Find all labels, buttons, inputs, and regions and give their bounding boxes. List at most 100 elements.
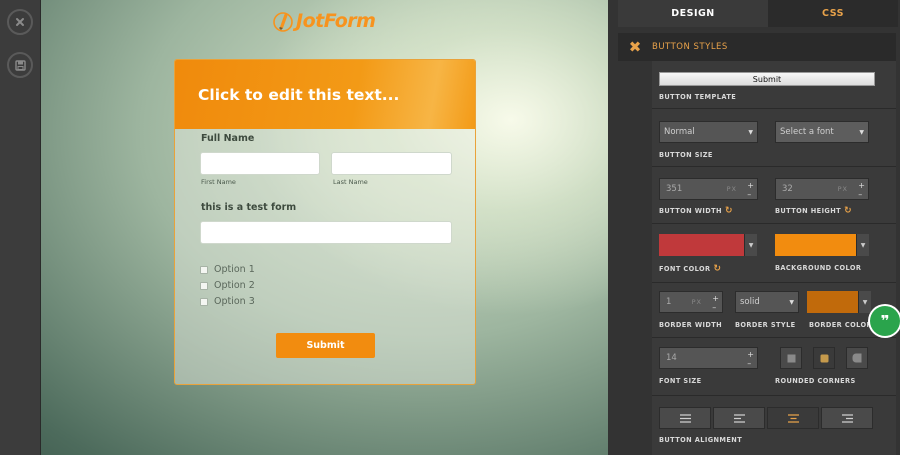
divider — [652, 337, 896, 338]
divider — [652, 395, 896, 396]
chevron-down-icon: ▼ — [859, 128, 864, 136]
corner-round-button[interactable] — [846, 347, 868, 369]
font-color-picker[interactable]: ▼ — [659, 234, 757, 256]
logo-text: JotForm — [296, 10, 376, 32]
last-name-input[interactable] — [331, 152, 452, 175]
close-icon — [16, 18, 24, 26]
align-center-button[interactable] — [767, 407, 819, 429]
option-label: Option 2 — [214, 280, 255, 291]
align-right-icon — [841, 413, 853, 423]
divider — [652, 223, 896, 224]
form-header-text[interactable]: Click to edit this text... — [198, 86, 399, 104]
button-size-select[interactable]: Normal ▼ — [659, 121, 758, 143]
minus-icon: – — [747, 190, 752, 199]
close-section-icon[interactable]: ✖ — [618, 38, 652, 56]
chevron-down-icon[interactable]: ▼ — [744, 234, 757, 256]
left-toolbar — [0, 0, 41, 455]
rounded-corners-caption: ROUNDED CORNERS — [775, 377, 856, 385]
test-field-label: this is a test form — [201, 202, 297, 213]
border-style-caption: BORDER STYLE — [735, 321, 796, 329]
button-height-input[interactable]: 32 PX + – — [775, 178, 869, 200]
align-justify-icon — [679, 413, 691, 423]
button-width-caption: BUTTON WIDTH ↻ — [659, 206, 733, 216]
quote-icon: ❞ — [880, 312, 890, 330]
button-size-caption: BUTTON SIZE — [659, 151, 713, 159]
corner-square-button[interactable] — [780, 347, 802, 369]
button-width-input[interactable]: 351 PX + – — [659, 178, 758, 200]
button-styles-header[interactable]: ✖ BUTTON STYLES — [618, 33, 896, 61]
option-1[interactable]: Option 1 — [200, 264, 255, 275]
align-justify-button[interactable] — [659, 407, 711, 429]
first-name-input[interactable] — [200, 152, 320, 175]
width-stepper[interactable]: + – — [747, 179, 754, 201]
border-width-caption: BORDER WIDTH — [659, 321, 723, 329]
border-color-caption: BORDER COLOR — [809, 321, 872, 329]
checkbox[interactable] — [200, 297, 208, 306]
checkbox[interactable] — [200, 265, 208, 274]
minus-icon: – — [712, 303, 717, 312]
test-field-input[interactable] — [200, 221, 452, 244]
last-name-sublabel: Last Name — [333, 178, 368, 186]
first-name-sublabel: First Name — [201, 178, 236, 186]
square-corner-icon — [787, 354, 795, 362]
form-submit-button[interactable]: Submit — [276, 333, 375, 358]
save-icon — [14, 59, 26, 71]
button-template-preview[interactable]: Submit — [659, 72, 875, 86]
minus-icon: – — [747, 359, 752, 368]
border-width-stepper[interactable]: + – — [712, 292, 719, 314]
font-select[interactable]: Select a font ▼ — [775, 121, 869, 143]
form-canvas: JotForm Click to edit this text... Full … — [41, 0, 608, 455]
plus-icon: + — [712, 294, 719, 303]
design-panel: DESIGN CSS ✖ BUTTON STYLES Submit BUTTON… — [608, 0, 900, 455]
font-size-caption: FONT SIZE — [659, 377, 702, 385]
rounded-corner-icon — [820, 354, 828, 362]
form-preview: Click to edit this text... Full Name Fir… — [174, 59, 476, 385]
chevron-down-icon: ▼ — [748, 128, 753, 136]
full-name-label: Full Name — [201, 133, 255, 144]
align-right-button[interactable] — [821, 407, 873, 429]
jotform-logo: JotForm — [273, 9, 376, 33]
round-corner-icon — [852, 353, 862, 363]
font-size-input[interactable]: 14 + – — [659, 347, 758, 369]
divider — [652, 166, 896, 167]
option-2[interactable]: Option 2 — [200, 280, 255, 291]
divider — [652, 108, 896, 109]
option-3[interactable]: Option 3 — [200, 296, 255, 307]
chevron-down-icon[interactable]: ▼ — [856, 234, 869, 256]
form-header[interactable]: Click to edit this text... — [175, 60, 475, 129]
align-left-icon — [733, 413, 745, 423]
save-button[interactable] — [7, 52, 33, 78]
checkbox[interactable] — [200, 281, 208, 290]
option-label: Option 3 — [214, 296, 255, 307]
border-color-picker[interactable]: ▼ — [807, 291, 871, 313]
reset-icon[interactable]: ↻ — [714, 264, 722, 274]
feedback-button[interactable]: ❞ — [870, 306, 900, 336]
tab-design[interactable]: DESIGN — [618, 0, 768, 27]
border-width-input[interactable]: 1 PX + – — [659, 291, 723, 313]
section-title: BUTTON STYLES — [652, 42, 728, 52]
height-stepper[interactable]: + – — [858, 179, 865, 201]
divider — [652, 282, 896, 283]
plus-icon: + — [858, 181, 865, 190]
button-height-caption: BUTTON HEIGHT ↻ — [775, 206, 853, 216]
background-color-swatch[interactable] — [775, 234, 856, 256]
tab-css[interactable]: CSS — [768, 0, 898, 27]
align-center-icon — [787, 413, 799, 423]
reset-icon[interactable]: ↻ — [725, 206, 733, 216]
background-color-picker[interactable]: ▼ — [775, 234, 869, 256]
reset-icon[interactable]: ↻ — [844, 206, 852, 216]
font-size-stepper[interactable]: + – — [747, 348, 754, 370]
background-color-caption: BACKGROUND COLOR — [775, 264, 862, 272]
border-color-swatch[interactable] — [807, 291, 858, 313]
button-template-caption: BUTTON TEMPLATE — [659, 93, 737, 101]
button-alignment-caption: BUTTON ALIGNMENT — [659, 436, 743, 444]
border-style-select[interactable]: solid ▼ — [735, 291, 799, 313]
button-style-options: Submit BUTTON TEMPLATE Normal ▼ Select a … — [652, 61, 896, 455]
font-color-swatch[interactable] — [659, 234, 744, 256]
chevron-down-icon: ▼ — [789, 298, 794, 306]
plus-icon: + — [747, 350, 754, 359]
close-button[interactable] — [7, 9, 33, 35]
align-left-button[interactable] — [713, 407, 765, 429]
chevron-down-icon[interactable]: ▼ — [858, 291, 871, 313]
corner-rounded-button[interactable] — [813, 347, 835, 369]
